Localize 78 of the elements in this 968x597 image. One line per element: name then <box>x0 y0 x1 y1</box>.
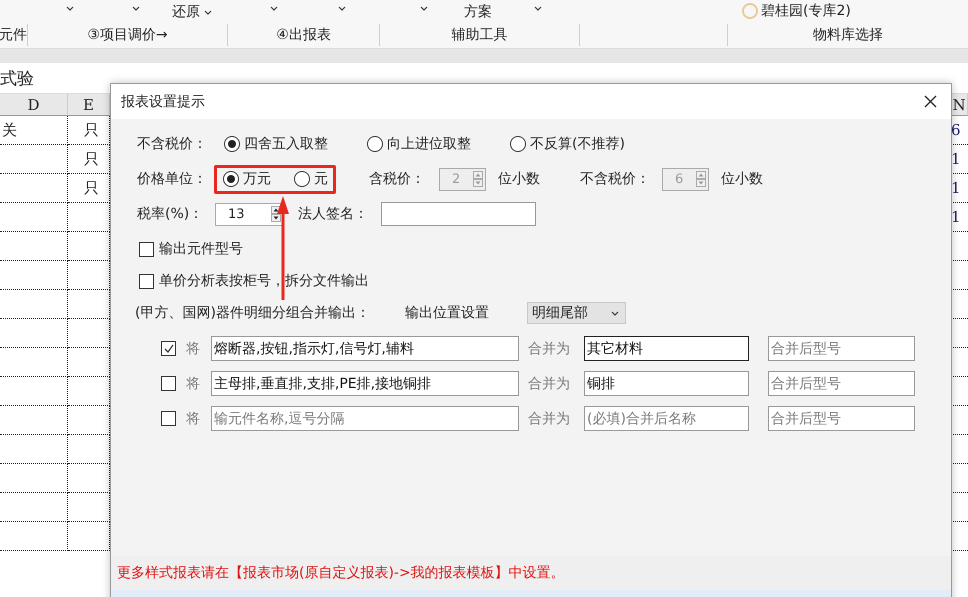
checkbox[interactable] <box>161 341 176 356</box>
table-cell <box>0 319 68 348</box>
checkbox[interactable] <box>161 376 176 391</box>
spinner-arrows-icon <box>473 171 483 187</box>
table-cell: 关 <box>0 116 68 145</box>
radio-button[interactable]: 碧桂园(专库2) <box>742 2 851 20</box>
table-cell <box>0 290 68 319</box>
number-field[interactable]: 13 <box>215 202 284 226</box>
field-label: 位小数 <box>721 170 763 188</box>
input-field[interactable]: 合并后型号 <box>768 406 915 431</box>
field-label: 法人签名： <box>298 205 369 223</box>
table-cell <box>0 377 68 406</box>
caret-icon <box>270 6 278 11</box>
caret-icon <box>66 6 74 11</box>
field-label: 位小数 <box>498 170 540 188</box>
field-label: 输出位置设置 <box>405 304 490 322</box>
caret-icon <box>132 6 140 11</box>
input-field[interactable]: 合并后型号 <box>768 336 915 361</box>
table-cell <box>0 261 68 290</box>
checkbox-label: 输出元件型号 <box>159 240 243 258</box>
ribbon-button[interactable]: 还原 <box>170 2 214 22</box>
sheet-title: 式验 <box>0 68 34 90</box>
input-field[interactable]: 铜排 <box>584 371 749 396</box>
field-label: 合并为 <box>528 374 571 392</box>
check-icon <box>162 343 174 354</box>
input-field[interactable]: 主母排,垂直排,支排,PE排,接地铜排 <box>211 371 519 396</box>
field-label: 将 <box>186 410 201 428</box>
field-label: 价格单位： <box>137 170 208 188</box>
input-field[interactable]: 输元件名称,逗号分隔 <box>211 406 519 431</box>
field-label: 税率(%)： <box>137 205 204 223</box>
table-cell <box>0 464 68 493</box>
radio-button[interactable]: 元 <box>294 170 328 188</box>
radio-button[interactable]: 不反算(不推荐) <box>510 135 625 153</box>
field-label: 不含税价： <box>580 170 651 188</box>
table-cell <box>0 435 68 464</box>
field-label: 将 <box>186 374 201 392</box>
checkbox[interactable] <box>139 242 154 256</box>
group-label: 物料库选择 <box>813 26 883 44</box>
table-cell <box>0 522 68 551</box>
section-label: (甲方、国网)器件明细分组合并输出： <box>135 304 371 322</box>
input-field[interactable]: (必填)合并后名称 <box>584 406 749 431</box>
close-icon <box>924 95 936 108</box>
footer-note: 更多样式报表请在【报表市场(原自定义报表)->我的报表模板】中设置。 <box>117 564 565 582</box>
caret-icon <box>420 6 428 11</box>
radio-button[interactable]: 四舍五入取整 <box>224 135 367 153</box>
radio-button[interactable]: 万元 <box>223 170 294 188</box>
checkbox[interactable] <box>161 411 176 426</box>
field-label: 含税价： <box>369 170 426 188</box>
caret-icon <box>338 6 346 11</box>
spinner-arrows-icon <box>696 171 706 187</box>
caret-icon <box>534 6 542 11</box>
ribbon-button[interactable]: 方案 <box>462 2 494 22</box>
input-field[interactable]: 合并后型号 <box>768 371 915 396</box>
input-field[interactable] <box>381 202 536 226</box>
caret-icon <box>611 310 619 316</box>
table-cell <box>0 406 68 435</box>
table-cell <box>0 145 68 174</box>
table-cell <box>0 174 68 203</box>
group-label: ④出报表 <box>276 26 331 44</box>
radio-button[interactable]: 向上进位取整 <box>367 135 510 153</box>
table-cell <box>0 203 68 232</box>
field-label: 合并为 <box>528 340 571 358</box>
field-label: 合并为 <box>528 410 571 428</box>
checkbox-label: 单价分析表按柜号，拆分文件输出 <box>159 272 369 290</box>
table-cell <box>0 232 68 261</box>
checkbox[interactable] <box>139 274 154 288</box>
group-label: 辅助工具 <box>452 26 508 44</box>
dropdown[interactable]: 明细尾部 <box>527 302 626 324</box>
table-cell <box>0 348 68 377</box>
input-field[interactable]: 其它材料 <box>584 336 749 361</box>
dialog-title: 报表设置提示 <box>121 92 205 110</box>
column-header[interactable]: E <box>68 94 110 116</box>
input-field[interactable]: 熔断器,按钮,指示灯,信号灯,辅料 <box>211 336 519 361</box>
field-label: 不含税价： <box>137 135 208 153</box>
group-label: ③项目调价→ <box>87 26 168 44</box>
table-cell <box>0 493 68 522</box>
column-header[interactable]: D <box>0 94 68 116</box>
field-label: 将 <box>186 340 201 358</box>
